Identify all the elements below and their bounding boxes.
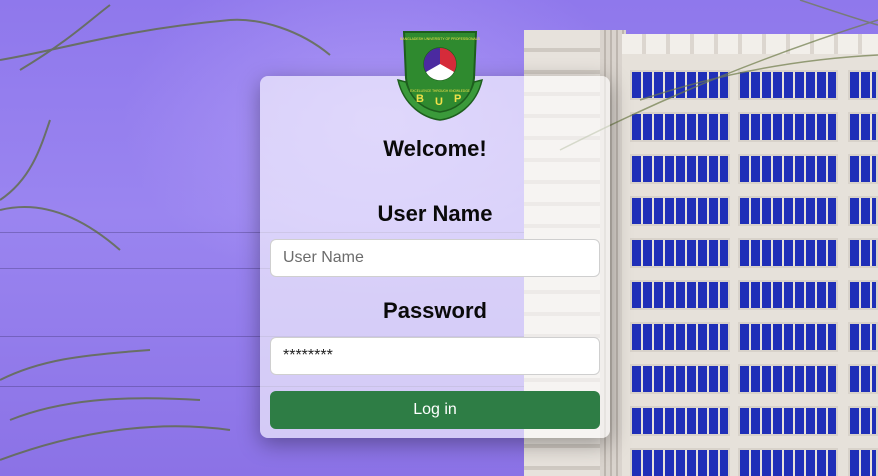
building-window-row (738, 154, 838, 184)
building-window-row (738, 238, 838, 268)
building-window-row (848, 406, 878, 436)
username-label: User Name (377, 201, 493, 226)
building-window-row (848, 112, 878, 142)
building-window-row (630, 112, 730, 142)
building-window-row (848, 280, 878, 310)
building-window-row (738, 196, 838, 226)
building-window-row (738, 322, 838, 352)
logo-letter-u: U (435, 96, 443, 108)
building-window-row (738, 364, 838, 394)
building-window-row (848, 70, 878, 100)
building-roofline (622, 34, 878, 54)
building-window-row (848, 196, 878, 226)
building-window-row (738, 112, 838, 142)
building-window-row (848, 154, 878, 184)
building-window-row (630, 448, 730, 476)
building-window-row (738, 406, 838, 436)
university-crest-icon: B U P BANGLADESH UNIVERSITY OF PROFESSIO… (396, 31, 484, 121)
building-window-row (630, 280, 730, 310)
password-input[interactable] (270, 337, 600, 375)
logo-bottom-text: EXCELLENCE THROUGH KNOWLEDGE (410, 89, 470, 93)
logo-letter-p: P (454, 93, 461, 105)
building-window-row (630, 196, 730, 226)
password-label: Password (383, 298, 487, 323)
building-main (622, 36, 878, 476)
logo-letter-b: B (416, 93, 424, 105)
login-button[interactable]: Log in (270, 391, 600, 429)
building-window-row (630, 322, 730, 352)
username-input[interactable] (270, 239, 600, 277)
building-window-row (630, 406, 730, 436)
building-window-row (630, 70, 730, 100)
building-window-row (630, 238, 730, 268)
building-window-row (738, 70, 838, 100)
building-window-row (738, 280, 838, 310)
building-window-row (630, 154, 730, 184)
building-window-row (848, 448, 878, 476)
building-window-row (738, 448, 838, 476)
welcome-heading: Welcome! (383, 136, 487, 161)
logo-top-text: BANGLADESH UNIVERSITY OF PROFESSIONALS (400, 37, 480, 41)
building-window-row (848, 238, 878, 268)
building-window-row (848, 364, 878, 394)
building-window-row (848, 322, 878, 352)
building-window-row (630, 364, 730, 394)
